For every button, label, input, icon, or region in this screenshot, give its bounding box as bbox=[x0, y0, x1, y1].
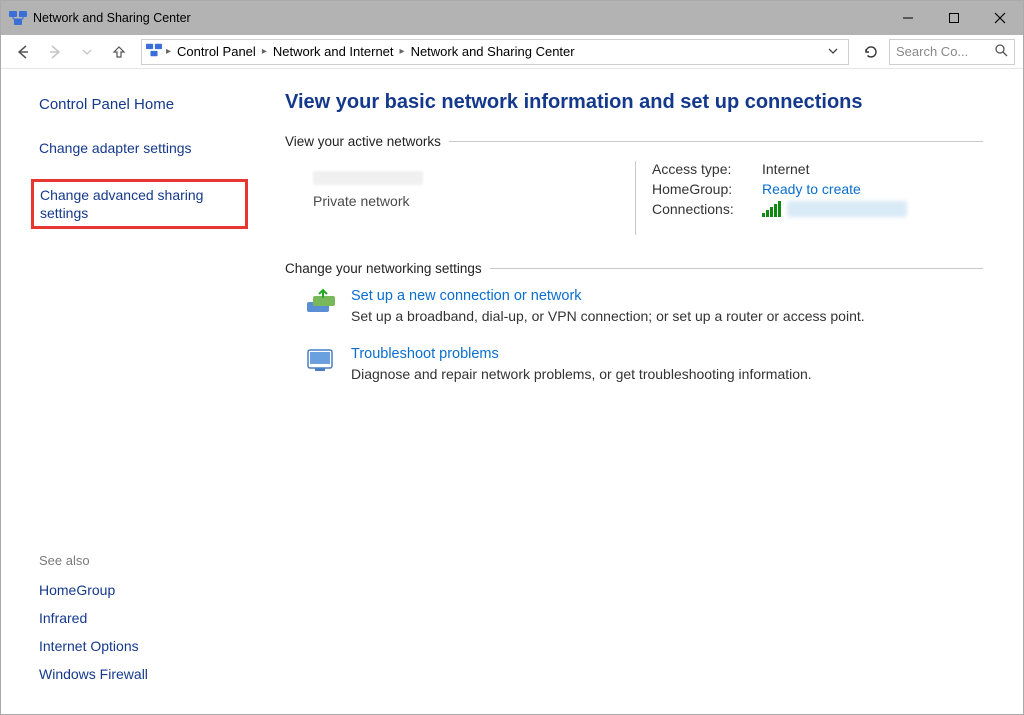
main-panel: View your basic network information and … bbox=[261, 69, 1023, 714]
setup-connection-icon bbox=[305, 288, 339, 318]
navbar: ▸ Control Panel ▸ Network and Internet ▸… bbox=[1, 35, 1023, 69]
minimize-button[interactable] bbox=[885, 1, 931, 35]
access-type-label: Access type: bbox=[652, 161, 762, 177]
breadcrumb-segment[interactable]: Control Panel bbox=[173, 44, 260, 59]
access-type-value: Internet bbox=[762, 161, 809, 177]
troubleshoot-icon bbox=[305, 346, 339, 376]
setup-connection-link[interactable]: Set up a new connection or network bbox=[351, 288, 865, 304]
refresh-button[interactable] bbox=[857, 39, 885, 65]
troubleshoot-option: Troubleshoot problems Diagnose and repai… bbox=[285, 346, 983, 382]
vertical-divider bbox=[635, 161, 636, 235]
see-also-homegroup-link[interactable]: HomeGroup bbox=[39, 582, 261, 598]
wifi-signal-icon bbox=[762, 201, 781, 217]
see-also-label: See also bbox=[39, 553, 261, 568]
nsc-icon bbox=[146, 42, 162, 61]
troubleshoot-link[interactable]: Troubleshoot problems bbox=[351, 346, 812, 362]
network-type-label: Private network bbox=[313, 193, 615, 209]
active-networks-heading: View your active networks bbox=[285, 134, 983, 149]
connections-label: Connections: bbox=[652, 201, 762, 217]
homegroup-label: HomeGroup: bbox=[652, 181, 762, 197]
address-bar[interactable]: ▸ Control Panel ▸ Network and Internet ▸… bbox=[141, 39, 849, 65]
search-placeholder: Search Co... bbox=[896, 44, 968, 59]
see-also-infrared-link[interactable]: Infrared bbox=[39, 610, 261, 626]
titlebar: Network and Sharing Center bbox=[1, 1, 1023, 35]
change-advanced-sharing-link[interactable]: Change advanced sharing settings bbox=[40, 186, 221, 222]
recent-locations-button[interactable] bbox=[73, 38, 101, 66]
up-button[interactable] bbox=[105, 38, 133, 66]
forward-button[interactable] bbox=[41, 38, 69, 66]
search-input[interactable]: Search Co... bbox=[889, 39, 1015, 65]
breadcrumb-segment[interactable]: Network and Internet bbox=[269, 44, 398, 59]
close-button[interactable] bbox=[977, 1, 1023, 35]
change-networking-heading: Change your networking settings bbox=[285, 261, 983, 276]
network-block: Private network bbox=[305, 161, 615, 209]
network-details: Access type: Internet HomeGroup: Ready t… bbox=[646, 161, 983, 221]
page-title: View your basic network information and … bbox=[285, 91, 983, 114]
see-also-windows-firewall-link[interactable]: Windows Firewall bbox=[39, 666, 261, 682]
setup-connection-desc: Set up a broadband, dial-up, or VPN conn… bbox=[351, 308, 865, 324]
sidebar: Control Panel Home Change adapter settin… bbox=[1, 69, 261, 714]
see-also-internet-options-link[interactable]: Internet Options bbox=[39, 638, 261, 654]
nsc-icon bbox=[9, 9, 27, 27]
search-icon bbox=[995, 44, 1008, 60]
annotation-highlight: Change advanced sharing settings bbox=[31, 179, 248, 229]
setup-connection-option: Set up a new connection or network Set u… bbox=[285, 288, 983, 324]
network-name-redacted bbox=[313, 171, 423, 185]
troubleshoot-desc: Diagnose and repair network problems, or… bbox=[351, 366, 812, 382]
change-adapter-settings-link[interactable]: Change adapter settings bbox=[39, 139, 261, 157]
chevron-right-icon[interactable]: ▸ bbox=[260, 46, 269, 57]
chevron-right-icon[interactable]: ▸ bbox=[398, 46, 407, 57]
chevron-down-icon[interactable] bbox=[822, 44, 844, 59]
window-title: Network and Sharing Center bbox=[33, 11, 191, 25]
connection-name-redacted[interactable] bbox=[787, 201, 907, 217]
chevron-right-icon[interactable]: ▸ bbox=[164, 46, 173, 57]
breadcrumb-segment[interactable]: Network and Sharing Center bbox=[407, 44, 579, 59]
control-panel-home-link[interactable]: Control Panel Home bbox=[39, 95, 261, 115]
maximize-button[interactable] bbox=[931, 1, 977, 35]
back-button[interactable] bbox=[9, 38, 37, 66]
homegroup-link[interactable]: Ready to create bbox=[762, 181, 861, 197]
